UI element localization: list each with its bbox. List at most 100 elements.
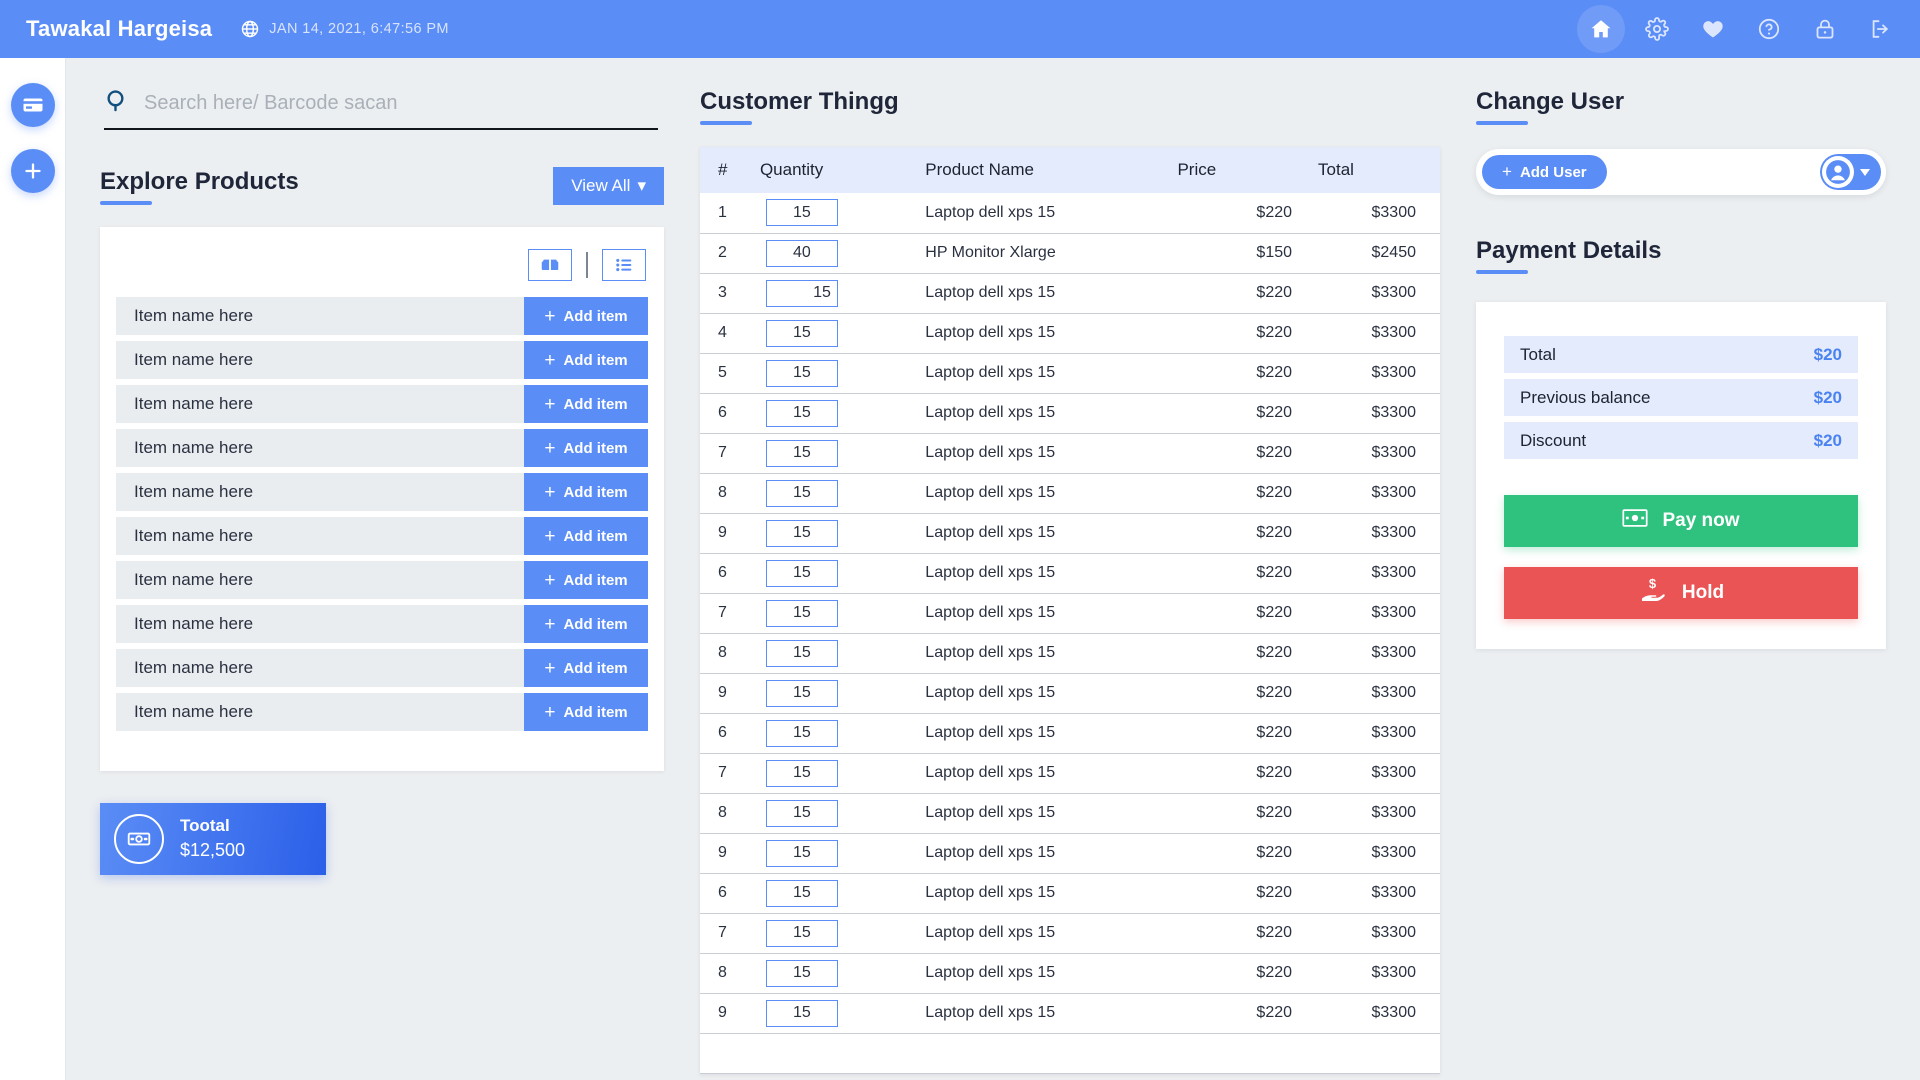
quantity-input[interactable] bbox=[765, 319, 838, 347]
cell-price: $220 bbox=[1177, 353, 1319, 394]
quantity-input[interactable] bbox=[765, 919, 838, 947]
plus-icon: + bbox=[544, 349, 556, 371]
pay-now-button[interactable]: Pay now bbox=[1504, 495, 1858, 547]
cell-total: $3300 bbox=[1318, 313, 1440, 354]
add-item-button[interactable]: + Add item bbox=[524, 517, 648, 555]
view-all-button[interactable]: View All ▾ bbox=[553, 167, 664, 205]
cell-price: $220 bbox=[1177, 433, 1319, 474]
add-item-button[interactable]: + Add item bbox=[524, 693, 648, 731]
cell-price: $220 bbox=[1177, 473, 1319, 514]
grid-view-icon[interactable] bbox=[528, 249, 572, 281]
cell-price: $220 bbox=[1177, 873, 1319, 914]
cell-product-name: Laptop dell xps 15 bbox=[925, 953, 1178, 994]
quantity-input[interactable] bbox=[765, 879, 838, 907]
add-item-button[interactable]: + Add item bbox=[524, 649, 648, 687]
quantity-input[interactable] bbox=[765, 759, 838, 787]
quantity-input[interactable] bbox=[765, 999, 838, 1027]
cell-row-number: 5 bbox=[700, 353, 760, 394]
cell-price: $220 bbox=[1177, 553, 1319, 594]
home-icon[interactable] bbox=[1588, 16, 1614, 42]
quantity-input[interactable] bbox=[765, 439, 838, 467]
card-icon[interactable] bbox=[10, 83, 55, 127]
change-user-bar: + Add User bbox=[1476, 149, 1886, 195]
cell-price: $220 bbox=[1177, 953, 1319, 994]
payment-row: Total $20 bbox=[1504, 336, 1858, 373]
add-item-button[interactable]: + Add item bbox=[524, 561, 648, 599]
product-name: Item name here bbox=[116, 517, 524, 555]
gear-icon[interactable] bbox=[1644, 16, 1670, 42]
quantity-input[interactable] bbox=[765, 639, 838, 667]
payment-title-wrap: Payment Details bbox=[1476, 237, 1886, 274]
products-panel: Item name here + Add item Item name here + Ad… bbox=[100, 227, 664, 771]
product-name: Item name here bbox=[116, 429, 524, 467]
quantity-input[interactable] bbox=[765, 839, 838, 867]
cell-total: $3300 bbox=[1318, 673, 1440, 714]
column-header-product: Product Name bbox=[925, 147, 1178, 193]
help-circle-icon[interactable] bbox=[1756, 16, 1782, 42]
list-view-icon[interactable] bbox=[602, 249, 646, 281]
add-user-button[interactable]: + Add User bbox=[1482, 155, 1607, 189]
add-item-label: Add item bbox=[563, 615, 628, 633]
product-row: Item name here + Add item bbox=[116, 561, 648, 599]
quantity-input[interactable] bbox=[765, 279, 838, 307]
table-row: 7 Laptop dell xps 15$220$3300 bbox=[700, 913, 1440, 954]
add-item-button[interactable]: + Add item bbox=[524, 297, 648, 335]
table-row: 3 Laptop dell xps 15$220$3300 bbox=[700, 273, 1440, 314]
payment-row-value: $20 bbox=[1813, 387, 1842, 407]
datetime-block: JAN 14, 2021, 6:47:56 PM bbox=[240, 19, 449, 39]
quantity-input[interactable] bbox=[765, 599, 838, 627]
add-item-button[interactable]: + Add item bbox=[524, 473, 648, 511]
cell-quantity bbox=[759, 553, 926, 594]
cell-quantity bbox=[759, 353, 926, 394]
quantity-input[interactable] bbox=[765, 239, 838, 267]
add-item-button[interactable]: + Add item bbox=[524, 385, 648, 423]
hold-button[interactable]: $ Hold bbox=[1504, 567, 1858, 619]
product-row: Item name here + Add item bbox=[116, 473, 648, 511]
quantity-input[interactable] bbox=[765, 519, 838, 547]
quantity-input[interactable] bbox=[765, 199, 838, 227]
quantity-input[interactable] bbox=[765, 959, 838, 987]
add-item-label: Add item bbox=[563, 659, 628, 677]
cell-product-name: Laptop dell xps 15 bbox=[925, 513, 1178, 554]
add-item-button[interactable]: + Add item bbox=[524, 341, 648, 379]
add-user-label: Add User bbox=[1519, 163, 1587, 181]
quantity-input[interactable] bbox=[765, 399, 838, 427]
cell-row-number: 7 bbox=[700, 433, 760, 474]
payment-details-panel: Total $20 Previous balance $20 Discount $20 P… bbox=[1476, 302, 1886, 649]
table-footer-cell bbox=[700, 1033, 1440, 1074]
quantity-input[interactable] bbox=[765, 719, 838, 747]
cell-total: $3300 bbox=[1318, 273, 1440, 314]
top-header-bar: Tawakal Hargeisa JAN 14, 2021, 6:47:56 P… bbox=[0, 0, 1920, 58]
page-title: Explore Products bbox=[100, 168, 299, 205]
search-input[interactable] bbox=[144, 92, 658, 115]
quantity-input[interactable] bbox=[765, 359, 838, 387]
user-select-dropdown[interactable] bbox=[1820, 154, 1881, 190]
cell-product-name: Laptop dell xps 15 bbox=[925, 913, 1178, 954]
cell-price: $220 bbox=[1177, 993, 1319, 1034]
cell-total: $3300 bbox=[1318, 793, 1440, 834]
total-summary-card[interactable]: Tootal $12,500 bbox=[100, 803, 326, 875]
add-item-button[interactable]: + Add item bbox=[524, 429, 648, 467]
quantity-input[interactable] bbox=[765, 559, 838, 587]
quantity-input[interactable] bbox=[765, 479, 838, 507]
plus-icon[interactable] bbox=[10, 149, 55, 193]
quantity-input[interactable] bbox=[765, 679, 838, 707]
total-card-amount: $12,500 bbox=[180, 840, 246, 861]
cell-quantity bbox=[759, 193, 926, 234]
heart-icon[interactable] bbox=[1700, 16, 1726, 42]
cell-price: $220 bbox=[1177, 633, 1319, 674]
table-row: 8 Laptop dell xps 15$220$3300 bbox=[700, 953, 1440, 994]
cell-total: $3300 bbox=[1318, 433, 1440, 474]
cell-quantity bbox=[759, 393, 926, 434]
cell-row-number: 6 bbox=[700, 553, 760, 594]
logout-icon[interactable] bbox=[1868, 16, 1894, 42]
lock-icon[interactable] bbox=[1812, 16, 1838, 42]
add-item-button[interactable]: + Add item bbox=[524, 605, 648, 643]
search-bar bbox=[104, 88, 658, 130]
plus-icon: + bbox=[544, 305, 556, 327]
product-name: Item name here bbox=[116, 605, 524, 643]
cell-total: $2450 bbox=[1318, 233, 1440, 274]
table-row: 7 Laptop dell xps 15$220$3300 bbox=[700, 593, 1440, 634]
quantity-input[interactable] bbox=[765, 799, 838, 827]
table-row: 9 Laptop dell xps 15$220$3300 bbox=[700, 513, 1440, 554]
